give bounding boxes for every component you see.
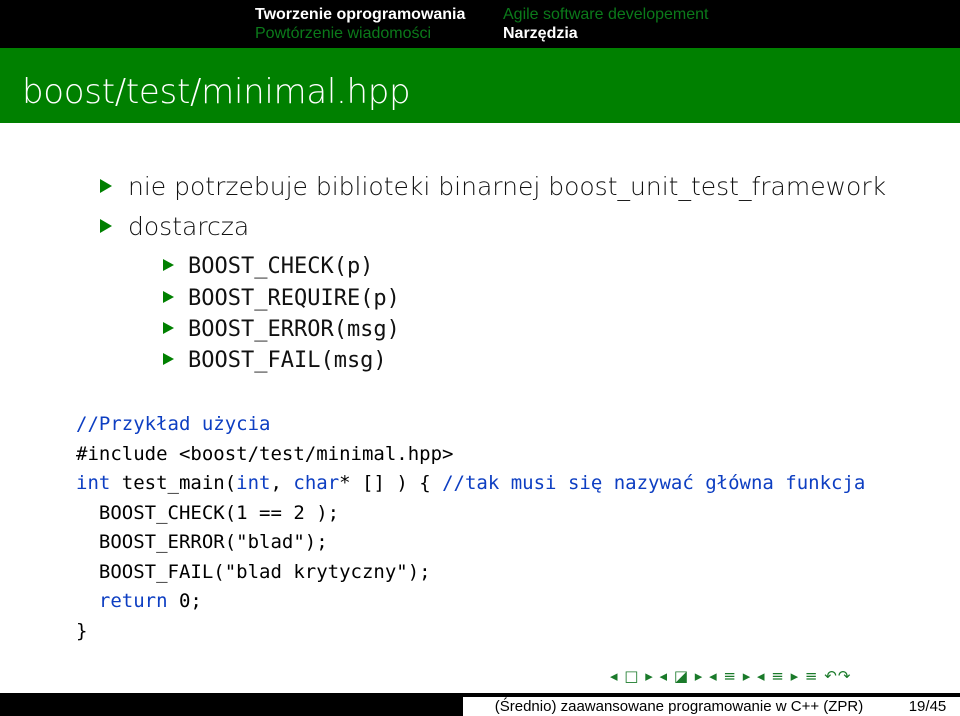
subbullet-text: BOOST_CHECK(p): [188, 254, 374, 279]
footer-title: (Średnio) zaawansowane programowanie w C…: [463, 697, 895, 716]
bullet-triangle-icon: [163, 259, 174, 271]
code-text: test_main(: [110, 472, 237, 494]
code-keyword: char: [293, 472, 340, 494]
bullet-triangle-icon: [163, 322, 174, 334]
subbullet-item: BOOST_CHECK(p): [163, 254, 373, 279]
page-number: 19/45: [895, 697, 960, 716]
bullet-triangle-icon: [100, 179, 112, 193]
code-line: }: [76, 619, 88, 642]
code-keyword: return: [98, 590, 168, 612]
subbullet-item: BOOST_FAIL(msg): [163, 348, 387, 373]
bullet-item: dostarcza: [100, 212, 249, 241]
subbullet-text: BOOST_FAIL(msg): [188, 348, 387, 373]
beamer-navigation-icons[interactable]: ◂ □ ▸ ◂ ◪ ▸ ◂ ≡ ▸ ◂ ≡ ▸ ≡ ↶↷: [610, 667, 851, 685]
code-text: ,: [270, 472, 294, 494]
bullet-triangle-icon: [100, 219, 112, 233]
code-listing: //Przykład użycia #include <boost/test/m…: [76, 410, 865, 646]
subbullet-item: BOOST_REQUIRE(p): [163, 286, 400, 311]
code-line: BOOST_CHECK(1 == 2 );: [76, 501, 340, 524]
subbullet-item: BOOST_ERROR(msg): [163, 317, 400, 342]
code-text: * [] ) {: [339, 472, 443, 494]
nav-subsection-current[interactable]: Narzędzia: [503, 24, 708, 43]
slide-title: boost/test/minimal.hpp: [22, 72, 411, 112]
nav-section-left: Tworzenie oprogramowania Powtórzenie wia…: [255, 5, 465, 43]
code-keyword: int: [76, 472, 111, 494]
nav-subsection-link[interactable]: Agile software developement: [503, 5, 708, 24]
code-keyword: int: [236, 472, 271, 494]
code-line: #include <boost/test/minimal.hpp>: [76, 442, 454, 465]
code-comment: //Przykład użycia: [76, 413, 271, 435]
bullet-triangle-icon: [163, 291, 174, 303]
subbullet-text: BOOST_ERROR(msg): [188, 317, 400, 342]
bullet-item: nie potrzebuje biblioteki binarnej boost…: [100, 172, 886, 201]
nav-subsection-link[interactable]: Powtórzenie wiadomości: [255, 24, 465, 43]
nav-section-current[interactable]: Tworzenie oprogramowania: [255, 5, 465, 24]
subbullet-text: BOOST_REQUIRE(p): [188, 286, 400, 311]
code-line: BOOST_ERROR("blad");: [76, 531, 328, 553]
bullet-text: nie potrzebuje biblioteki binarnej boost…: [128, 172, 887, 201]
code-line: BOOST_FAIL("blad krytyczny");: [76, 560, 431, 583]
nav-section-right: Agile software developement Narzędzia: [503, 5, 708, 43]
top-navigation-bar: Tworzenie oprogramowania Powtórzenie wia…: [0, 0, 960, 48]
bullet-text: dostarcza: [128, 212, 250, 241]
code-comment: //tak musi się nazywać główna funkcja: [442, 472, 866, 494]
code-text: 0;: [167, 590, 202, 612]
bullet-triangle-icon: [163, 353, 174, 365]
